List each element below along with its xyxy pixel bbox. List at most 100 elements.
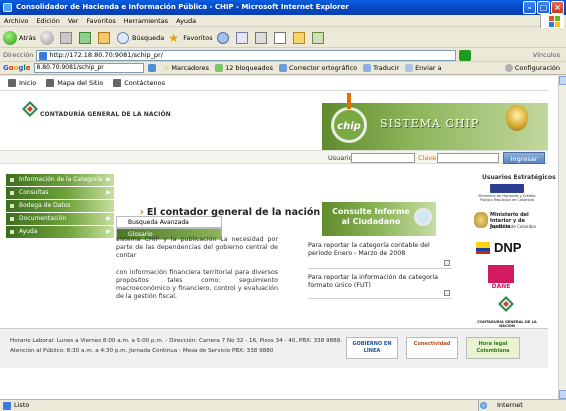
send-label: Enviar a xyxy=(415,64,442,72)
menu-favoritos[interactable]: Favoritos xyxy=(86,17,115,25)
ministerio-hacienda-logo[interactable]: Ministerio de Hacienda y Crédito Público… xyxy=(474,182,540,202)
report-link-1[interactable]: Para reportar la categoría contable del … xyxy=(308,242,452,258)
menu-ayuda[interactable]: Ayuda xyxy=(176,17,196,25)
edit-icon xyxy=(273,31,286,44)
google-search-input[interactable]: 8.80.70:9081/schip_pr xyxy=(33,63,144,73)
min-interior-sub: República de Colombia xyxy=(490,224,536,229)
menu-edicion[interactable]: Edición xyxy=(36,17,60,25)
menu-archivo[interactable]: Archivo xyxy=(4,17,28,25)
bookmarks-label: Marcadores xyxy=(171,64,210,72)
password-input[interactable] xyxy=(437,153,499,163)
page-icon xyxy=(39,51,48,60)
window-title-bar: Consolidador de Hacienda e Información P… xyxy=(0,0,566,15)
spellcheck-button[interactable]: Corrector ortográfico xyxy=(279,64,357,72)
history-button[interactable] xyxy=(216,30,232,46)
forward-button[interactable] xyxy=(39,30,56,46)
maximize-button[interactable]: □ xyxy=(537,1,550,14)
dane-logo[interactable]: DANE xyxy=(474,264,540,290)
vertical-scrollbar[interactable] xyxy=(558,76,566,399)
nav-mapa[interactable]: Mapa del Sitio xyxy=(46,79,103,87)
divider xyxy=(308,268,452,269)
scroll-down-button[interactable] xyxy=(559,390,566,399)
consulte-informe-banner[interactable]: Consulte Informe al Ciudadano xyxy=(322,202,436,236)
go-button[interactable] xyxy=(459,49,472,61)
menu-informacion-categoria[interactable]: Información de la Categoría ▶ xyxy=(6,174,114,186)
footer-line-1: Horario Laboral: Lunes a Viernes 8:00 a.… xyxy=(10,338,343,344)
conectividad-badge[interactable]: Conectividad xyxy=(406,337,458,359)
scroll-up-button[interactable] xyxy=(559,76,566,85)
menu-informacion-label: Información de la Categoría xyxy=(19,176,103,183)
dnp-logo[interactable]: DNP xyxy=(474,240,540,258)
main-paragraph-1: sistema CHIP y la publicación La necesid… xyxy=(116,236,278,260)
messenger-icon xyxy=(311,31,324,44)
search-button[interactable]: Búsqueda xyxy=(116,30,164,46)
arrow-right-icon: ▶ xyxy=(106,228,111,235)
translate-button[interactable]: Traducir xyxy=(363,64,399,72)
nav-contactenos-label: Contáctenos xyxy=(124,79,166,87)
cgn-logo-icon xyxy=(498,296,514,312)
popup-blocker-button[interactable]: 12 bloqueados xyxy=(215,64,273,72)
report-link-2[interactable]: Para reportar la información de categorí… xyxy=(308,274,452,290)
address-input[interactable]: http://172.18.80.70:9081/schip_pr/ xyxy=(36,49,457,61)
edit-button[interactable] xyxy=(273,30,289,46)
sitemap-icon xyxy=(46,79,55,87)
dnp-text: DNP xyxy=(494,240,522,255)
arrow-right-icon: ▶ xyxy=(106,176,111,183)
external-link-icon[interactable] xyxy=(444,290,450,296)
mail-button[interactable] xyxy=(235,30,251,46)
folder-button[interactable] xyxy=(292,30,308,46)
menu-ver[interactable]: Ver xyxy=(68,17,79,25)
back-button[interactable]: Atrás xyxy=(3,30,36,46)
org-name: CONTADURÍA GENERAL DE LA NACIÓN xyxy=(40,111,171,118)
bookmarks-button[interactable]: ☆ Marcadores xyxy=(164,64,210,72)
history-icon xyxy=(216,31,229,44)
nav-inicio[interactable]: Inicio xyxy=(8,79,36,87)
forward-arrow-icon xyxy=(39,30,54,45)
messenger-button[interactable] xyxy=(311,30,327,46)
gobierno-en-linea-badge[interactable]: GOBIERNO EN LÍNEA xyxy=(346,337,398,359)
stop-button[interactable] xyxy=(59,30,75,46)
gear-icon xyxy=(504,64,513,72)
external-link-icon[interactable] xyxy=(444,260,450,266)
menu-ayuda-site[interactable]: Ayuda ▶ xyxy=(6,226,114,238)
home-button[interactable] xyxy=(97,30,113,46)
mail-icon xyxy=(235,31,248,44)
star-icon: ★ xyxy=(168,30,180,45)
ministerio-interior-logo[interactable]: Ministerio del Interior y de Justicia Re… xyxy=(474,210,540,232)
ie-toolbar: Atrás Búsqueda ★ Favoritos xyxy=(0,28,566,48)
menu-documentacion[interactable]: Documentación ▶ xyxy=(6,213,114,225)
print-button[interactable] xyxy=(254,30,270,46)
cgn-logo-small[interactable]: CONTADURÍA GENERAL DE LA NACIÓN xyxy=(474,296,540,328)
refresh-button[interactable] xyxy=(78,30,94,46)
badge1-text: GOBIERNO EN LÍNEA xyxy=(352,341,392,354)
consulte-title: Consulte Informe al Ciudadano xyxy=(332,207,410,226)
sistema-chip-banner: chip SISTEMA CHIP xyxy=(322,93,548,151)
back-arrow-icon xyxy=(3,30,17,45)
menu-herramientas[interactable]: Herramientas xyxy=(124,17,168,25)
favorites-button[interactable]: ★ Favoritos xyxy=(168,30,212,46)
home-icon xyxy=(97,31,110,44)
zone-text: Internet xyxy=(497,401,523,409)
security-zone: Internet xyxy=(478,400,523,411)
report1-text: Para reportar la categoría contable del … xyxy=(308,242,430,257)
left-menu: Información de la Categoría ▶ Consultas ▶ … xyxy=(6,174,114,239)
footer-line-2: Atención al Público: 8:30 a.m. a 4:30 p.… xyxy=(10,348,274,354)
settings-label: Configuración xyxy=(514,64,560,72)
hora-legal-badge[interactable]: Hora legal Colombiana xyxy=(466,337,520,359)
send-button[interactable]: Enviar a xyxy=(405,64,442,72)
spellcheck-icon xyxy=(279,64,288,72)
close-button[interactable]: × xyxy=(551,1,564,14)
site-header: CONTADURÍA GENERAL DE LA NACIÓN chip SIS… xyxy=(0,90,548,151)
google-search-button[interactable] xyxy=(147,64,158,72)
menu-bodega-datos[interactable]: Bodega de Datos xyxy=(6,200,114,212)
minimize-button[interactable]: – xyxy=(523,1,536,14)
ue-title-text: Usuarios Estratégicos xyxy=(482,174,556,181)
user-input[interactable] xyxy=(351,153,415,163)
contact-icon xyxy=(113,79,122,87)
nav-contactenos[interactable]: Contáctenos xyxy=(113,79,165,87)
google-settings-button[interactable]: Configuración xyxy=(504,64,560,72)
menu-consultas[interactable]: Consultas ▶ xyxy=(6,187,114,199)
links-label[interactable]: Vínculos xyxy=(533,51,560,59)
usuarios-estrategicos-title: Usuarios Estratégicos xyxy=(482,174,556,181)
login-button[interactable]: Ingresar xyxy=(503,152,545,164)
